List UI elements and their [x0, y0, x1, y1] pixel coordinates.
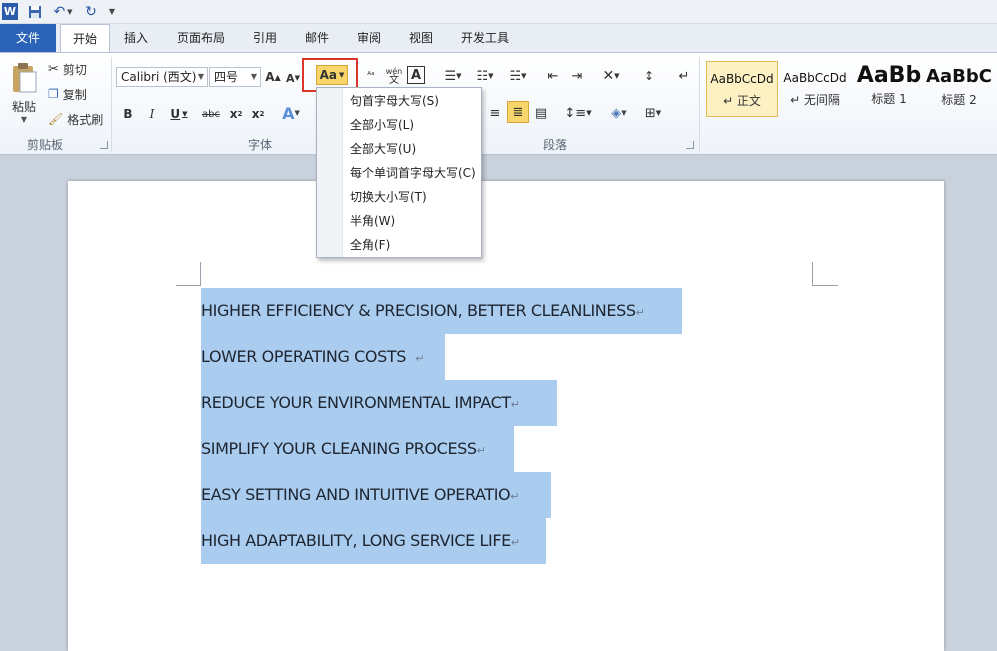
increase-indent-icon[interactable]: ⇥ [568, 67, 586, 85]
menu-item-sentence-case[interactable]: 句首字母大写(S) [350, 90, 439, 112]
crop-mark [812, 285, 838, 286]
tab-home[interactable]: 开始 [60, 24, 110, 53]
borders-icon[interactable]: ⊞ ▼ [640, 103, 666, 123]
document-line[interactable]: LOWER OPERATING COSTS ↵ [201, 334, 445, 380]
separator [699, 57, 700, 153]
text-effects-icon[interactable]: A ▼ [280, 103, 302, 123]
clear-format-icon[interactable]: ᴬᵃ [362, 67, 380, 85]
show-marks-icon[interactable]: ↵ [676, 66, 692, 86]
align-right-icon[interactable]: ≡ [486, 103, 504, 123]
chevron-down-icon: ▼ [339, 71, 345, 79]
font-size-combo[interactable]: 四号 ▼ [209, 67, 261, 87]
menu-item-capitalize-each-word[interactable]: 每个单词首字母大写(C) [350, 162, 476, 184]
phonetic-guide-icon[interactable]: wén 文 [384, 65, 404, 87]
format-painter-button[interactable]: 🖌 格式刷 [48, 109, 103, 129]
bold-button[interactable]: B [120, 105, 136, 123]
multilevel-list-icon[interactable]: ☵ ▼ [505, 67, 531, 85]
sort-icon[interactable]: ↕ [640, 66, 658, 86]
menu-item-toggle-case[interactable]: 切换大小写(T) [350, 186, 427, 208]
tab-insert[interactable]: 插入 [114, 24, 158, 52]
undo-icon[interactable]: ↶ ▼ [50, 3, 76, 20]
crop-mark [176, 285, 200, 286]
redo-icon[interactable]: ↻ [82, 3, 100, 20]
numbering-icon[interactable]: ☷ ▼ [472, 67, 498, 85]
menu-item-uppercase[interactable]: 全部大写(U) [350, 138, 416, 160]
ribbon: 粘贴 ▼ ✂ 剪切 ❐ 复制 🖌 格式刷 剪贴板 Calibri (西文) ▼ 四… [0, 52, 997, 155]
copy-label: 复制 [62, 87, 87, 102]
separator [111, 57, 112, 153]
document-line[interactable]: EASY SETTING AND INTUITIVE OPERATIO↵ [201, 472, 551, 518]
scissors-icon: ✂ [48, 61, 59, 77]
crop-mark [812, 262, 813, 286]
clipboard-icon [13, 63, 37, 93]
cut-button[interactable]: ✂ 剪切 [48, 59, 87, 79]
tab-mailings[interactable]: 邮件 [296, 24, 338, 52]
clipboard-dialog-launcher[interactable] [100, 141, 108, 149]
copy-button[interactable]: ❐ 复制 [48, 84, 87, 104]
menu-gutter [317, 88, 343, 257]
line-spacing-icon[interactable]: ↕≡ ▼ [564, 103, 591, 123]
tab-developer[interactable]: 开发工具 [452, 24, 518, 52]
menu-item-full-width[interactable]: 全角(F) [350, 234, 390, 256]
copy-icon: ❐ [48, 87, 59, 101]
crop-mark [200, 262, 201, 286]
paragraph-dialog-launcher[interactable] [686, 141, 694, 149]
menu-item-half-width[interactable]: 半角(W) [350, 210, 395, 232]
bullets-icon[interactable]: ☰ ▼ [440, 67, 466, 85]
chevron-down-icon: ▼ [250, 72, 257, 81]
customize-qat-icon[interactable]: ▼ [106, 3, 118, 20]
paragraph-group-label: 段落 [542, 138, 567, 152]
style-heading-1[interactable]: AaBb 标题 1 [853, 61, 925, 117]
style-no-spacing[interactable]: AaBbCcDd ↵ 无间隔 [779, 61, 851, 117]
chinese-layout-icon[interactable]: ✕ ▼ [598, 66, 624, 86]
character-border-icon[interactable]: A [407, 66, 425, 84]
document-line[interactable]: HIGHER EFFICIENCY & PRECISION, BETTER CL… [201, 288, 682, 334]
format-painter-label: 格式刷 [67, 112, 104, 127]
paste-button[interactable]: 粘贴 ▼ [6, 57, 42, 129]
document-line[interactable]: SIMPLIFY YOUR CLEANING PROCESS↵ [201, 426, 514, 472]
tab-review[interactable]: 审阅 [348, 24, 390, 52]
brush-icon: 🖌 [48, 112, 64, 126]
tab-view[interactable]: 视图 [400, 24, 442, 52]
font-group-label: 字体 [247, 138, 272, 152]
paste-label: 粘贴 [11, 100, 36, 114]
clipboard-group-label: 剪贴板 [26, 138, 63, 152]
style-heading-2[interactable]: AaBbC 标题 2 [924, 61, 994, 117]
document-line[interactable]: REDUCE YOUR ENVIRONMENTAL IMPACT↵ [201, 380, 557, 426]
paste-arrow-icon: ▼ [20, 115, 28, 124]
font-name-combo[interactable]: Calibri (西文) ▼ [116, 67, 208, 87]
word-app-icon[interactable]: W [2, 3, 18, 20]
distributed-icon[interactable]: ▤ [532, 103, 550, 123]
shading-icon[interactable]: ◈ ▼ [606, 103, 632, 123]
tab-file[interactable]: 文件 [0, 24, 56, 52]
document-line[interactable]: HIGH ADAPTABILITY, LONG SERVICE LIFE↵ [201, 518, 546, 564]
change-case-menu: 句首字母大写(S) 全部小写(L) 全部大写(U) 每个单词首字母大写(C) 切… [316, 87, 482, 258]
menu-item-lowercase[interactable]: 全部小写(L) [350, 114, 414, 136]
cut-label: 剪切 [62, 62, 87, 77]
subscript-button[interactable]: x2 [227, 105, 245, 123]
italic-button[interactable]: I [144, 105, 160, 123]
superscript-button[interactable]: x2 [249, 105, 267, 123]
justify-icon[interactable]: ≣ [507, 101, 529, 123]
change-case-button[interactable]: Aa ▼ [316, 65, 348, 85]
chevron-down-icon: ▼ [197, 72, 204, 81]
grow-font-icon[interactable]: A ▲ [264, 68, 282, 86]
quick-access-toolbar: W ↶ ▼ ↻ ▼ [0, 0, 997, 24]
decrease-indent-icon[interactable]: ⇤ [544, 67, 562, 85]
shrink-font-icon[interactable]: A ▼ [285, 70, 301, 86]
strikethrough-button[interactable]: abc [200, 105, 222, 123]
ribbon-tabs: 文件 开始 插入 页面布局 引用 邮件 审阅 视图 开发工具 [0, 24, 997, 53]
save-icon[interactable] [26, 3, 44, 20]
tab-references[interactable]: 引用 [244, 24, 286, 52]
underline-button[interactable]: U ▼ [167, 105, 191, 123]
tab-page-layout[interactable]: 页面布局 [168, 24, 234, 52]
style-normal[interactable]: AaBbCcDd ↵ 正文 [706, 61, 778, 117]
